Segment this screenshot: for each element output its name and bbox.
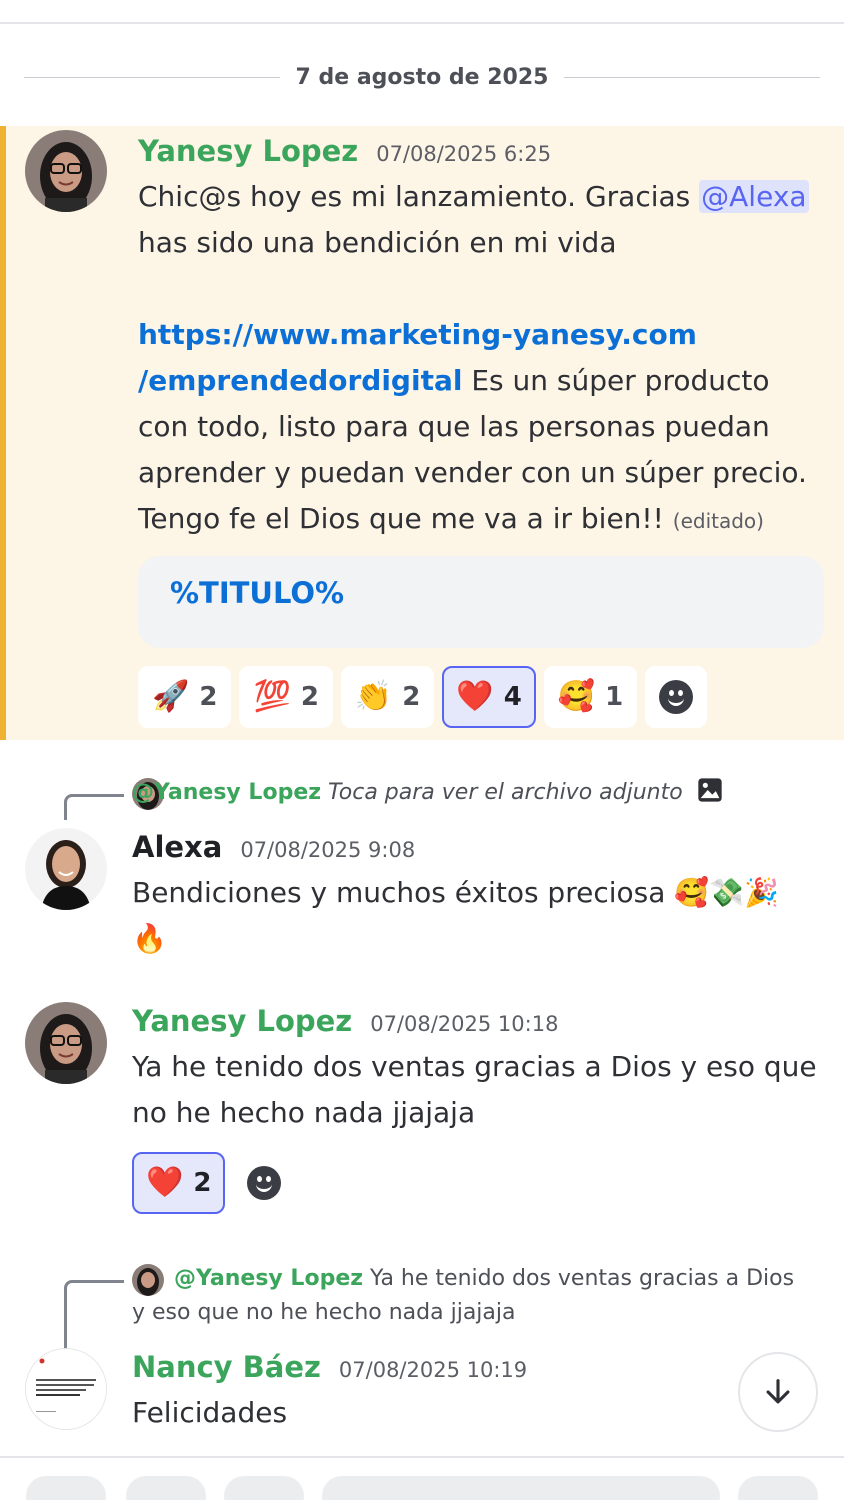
reaction-smiling-hearts[interactable]: 🥰 1 — [543, 666, 638, 728]
message-header: Yanesy Lopez 07/08/2025 6:25 — [138, 134, 551, 168]
mention-alexa[interactable]: @Alexa — [699, 180, 809, 213]
avatar-yanesy[interactable] — [25, 130, 107, 212]
author-name[interactable]: Alexa — [132, 830, 222, 864]
timestamp: 07/08/2025 6:25 — [376, 142, 552, 166]
avatar-alexa[interactable] — [25, 828, 107, 910]
message-2[interactable]: Alexa 07/08/2025 9:08 Bendiciones y much… — [0, 826, 844, 966]
voice-button[interactable] — [738, 1476, 818, 1500]
heart-emoji-icon: ❤️ — [456, 679, 494, 714]
date-divider: 7 de agosto de 2025 — [24, 60, 821, 94]
message-text-part: Chic@s hoy es mi lanzamiento. Gracias — [138, 180, 700, 213]
message-content: Bendiciones y muchos éxitos preciosa 🥰💸🎉… — [132, 876, 779, 955]
hundred-emoji-icon: 💯 — [253, 679, 291, 714]
timestamp: 07/08/2025 9:08 — [240, 838, 416, 862]
add-reaction-button[interactable] — [233, 1152, 296, 1214]
embed-title[interactable]: %TITULO% — [170, 576, 344, 610]
reply-preview[interactable]: @Yanesy Lopez Toca para ver el archivo a… — [132, 776, 724, 810]
message-3[interactable]: Yanesy Lopez 07/08/2025 10:18 Ya he teni… — [0, 1000, 844, 1220]
message-header: Nancy Báez 07/08/2025 10:19 — [132, 1350, 527, 1384]
avatar-yanesy[interactable] — [25, 1002, 107, 1084]
divider-line-left — [24, 76, 280, 78]
reply-author[interactable]: @Yanesy Lopez — [132, 780, 321, 805]
message-header: Yanesy Lopez 07/08/2025 10:18 — [132, 1004, 558, 1038]
reaction-rocket[interactable]: 🚀 2 — [138, 666, 232, 728]
reaction-count: 1 — [605, 682, 624, 712]
reaction-count: 4 — [503, 682, 522, 712]
reply-author[interactable]: @Yanesy Lopez — [174, 1266, 363, 1291]
message-line-2: has sido una bendición en mi vida — [138, 226, 617, 259]
bottom-input-bar — [0, 1456, 844, 1500]
reaction-count: 2 — [199, 682, 218, 712]
reaction-count: 2 — [402, 682, 421, 712]
edited-label: (editado) — [672, 509, 764, 533]
smiling-hearts-emoji-icon: 🥰 — [557, 679, 596, 714]
link-url-part1[interactable]: https://www.marketing-yanesy.com — [138, 318, 697, 351]
reaction-heart[interactable]: ❤️ 2 — [132, 1152, 226, 1214]
rocket-emoji-icon: 🚀 — [152, 679, 190, 714]
author-name[interactable]: Yanesy Lopez — [138, 134, 358, 168]
reaction-count: 2 — [300, 682, 319, 712]
reaction-hundred[interactable]: 💯 2 — [239, 666, 333, 728]
message-content: Felicidades — [132, 1396, 288, 1429]
reply-preview-text: Toca para ver el archivo adjunto — [328, 780, 683, 805]
image-icon — [698, 778, 722, 802]
reactions-row: 🚀 2 💯 2 👏 2 ❤️ 4 🥰 1 — [138, 666, 708, 728]
author-name[interactable]: Nancy Báez — [132, 1350, 321, 1384]
reply-connector — [64, 794, 124, 820]
reaction-count: 2 — [193, 1168, 212, 1198]
timestamp: 07/08/2025 10:19 — [338, 1358, 528, 1382]
link-embed[interactable]: %TITULO% — [138, 556, 824, 648]
message-content: Ya he tenido dos ventas gracias a Dios y… — [132, 1050, 817, 1129]
message-header: Alexa 07/08/2025 9:08 — [132, 830, 415, 864]
reaction-heart[interactable]: ❤️ 4 — [442, 666, 536, 728]
timestamp: 07/08/2025 10:18 — [370, 1012, 559, 1036]
date-divider-label: 7 de agosto de 2025 — [295, 64, 549, 90]
clap-emoji-icon: 👏 — [354, 679, 393, 714]
add-reaction-button[interactable] — [645, 666, 708, 728]
message-content: Chic@s hoy es mi lanzamiento. Gracias @A… — [138, 174, 828, 544]
message-1[interactable]: Yanesy Lopez 07/08/2025 6:25 Chic@s hoy … — [0, 126, 844, 740]
apps-button[interactable] — [126, 1476, 206, 1500]
add-reaction-icon — [247, 1166, 282, 1200]
message-4[interactable]: Nancy Báez 07/08/2025 10:19 Felicidades — [0, 1346, 844, 1446]
reaction-clap[interactable]: 👏 2 — [340, 666, 435, 728]
divider-line-right — [564, 76, 821, 78]
reactions-row: ❤️ 2 — [132, 1152, 296, 1214]
reply-preview[interactable]: @Yanesy Lopez Ya he tenido dos ventas gr… — [132, 1262, 812, 1330]
top-bar — [0, 0, 844, 24]
message-input[interactable] — [322, 1476, 720, 1500]
link-url-part2[interactable]: /emprendedordigital — [138, 364, 462, 397]
arrow-down-icon — [766, 1379, 790, 1404]
reply-connector — [64, 1280, 124, 1354]
add-reaction-icon — [659, 680, 694, 714]
avatar-nancy[interactable] — [25, 1348, 107, 1430]
gift-button[interactable] — [224, 1476, 304, 1500]
message-line-1: Chic@s hoy es mi lanzamiento. Gracias @A… — [138, 174, 828, 220]
scroll-to-bottom-button[interactable] — [738, 1352, 818, 1432]
plus-button[interactable] — [26, 1476, 106, 1500]
heart-emoji-icon: ❤️ — [146, 1165, 184, 1200]
author-name[interactable]: Yanesy Lopez — [132, 1004, 352, 1038]
